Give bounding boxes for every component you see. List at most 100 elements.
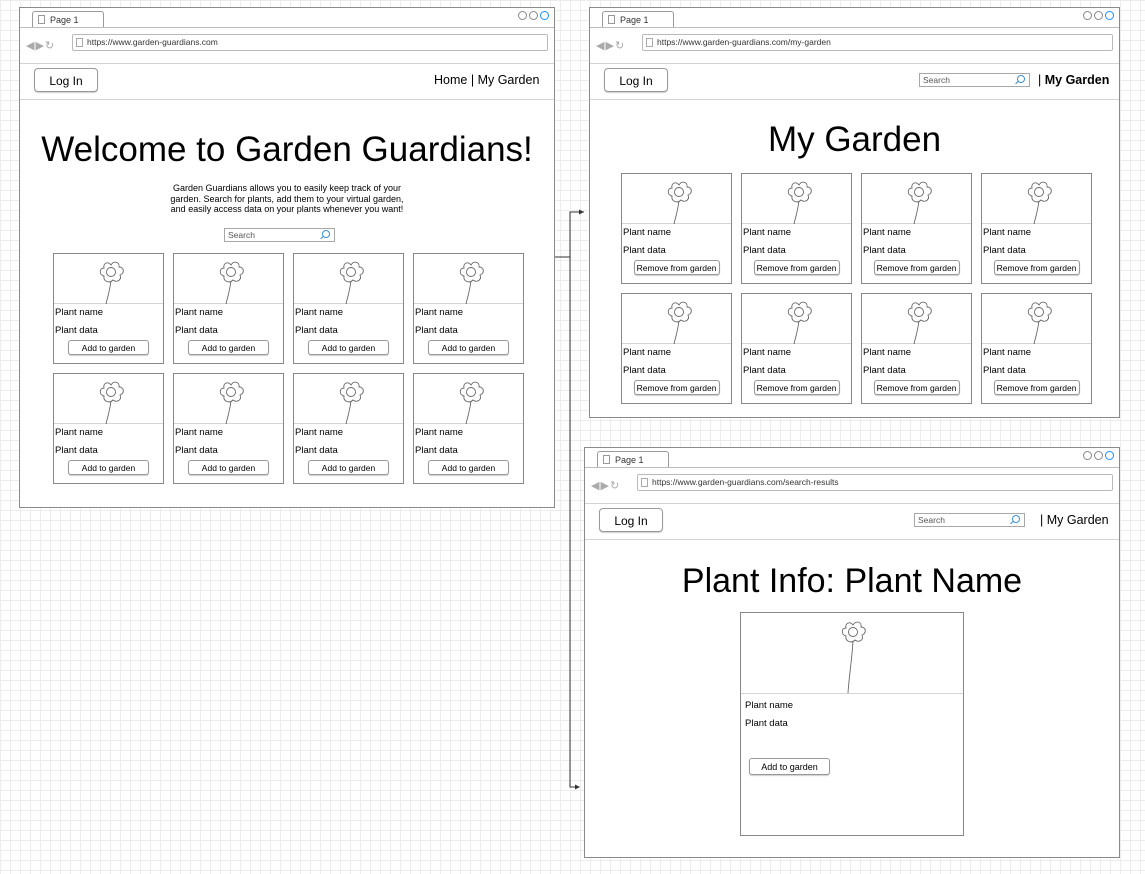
plant-data-label: Plant data [623,365,666,376]
page-icon [646,38,653,47]
search-input[interactable]: Search [919,73,1030,87]
nav-separator: | [1038,73,1042,87]
add-to-garden-button[interactable]: Add to garden [428,460,509,475]
plant-card: Plant name Plant data Remove from garden [981,293,1092,404]
add-to-garden-button[interactable]: Add to garden [308,340,389,355]
flower-icon [667,301,692,345]
window-circle-icon[interactable] [518,11,527,20]
remove-from-garden-button[interactable]: Remove from garden [993,380,1080,395]
add-to-garden-button[interactable]: Add to garden [68,460,149,475]
home-page-window: Page 1 ◀▶↻ https://www.garden-guardians.… [19,7,555,508]
url-text: https://www.garden-guardians.com/my-gard… [657,37,831,47]
plant-name-label: Plant name [295,427,344,438]
address-bar[interactable]: https://www.garden-guardians.com/my-gard… [642,34,1113,51]
flower-icon [907,301,932,345]
plant-card: Plant name Plant data Remove from garden [861,293,972,404]
add-to-garden-button[interactable]: Add to garden [68,340,149,355]
login-button[interactable]: Log In [599,508,663,532]
window-circle-icon[interactable] [1105,451,1114,460]
remove-from-garden-button[interactable]: Remove from garden [633,380,720,395]
forward-arrow-icon[interactable]: ▶ [600,480,609,492]
window-circle-icon[interactable] [1083,11,1092,20]
plant-data-label: Plant data [623,245,666,256]
browser-tab[interactable]: Page 1 [597,451,669,468]
search-placeholder: Search [918,515,945,525]
search-placeholder: Search [228,230,255,240]
search-icon[interactable] [1017,75,1025,83]
plant-card: Plant name Plant data Remove from garden [861,173,972,284]
plant-image [982,174,1091,225]
window-controls [1083,11,1114,20]
forward-arrow-icon[interactable]: ▶ [35,40,44,52]
plant-name-label: Plant name [863,227,912,238]
plant-name-label: Plant name [55,427,104,438]
remove-from-garden-button[interactable]: Remove from garden [753,260,840,275]
plant-card: Plant name Plant data Add to garden [413,253,524,364]
search-input[interactable]: Search [224,228,335,242]
flower-icon [219,381,244,425]
plant-data-label: Plant data [863,245,906,256]
window-circle-icon[interactable] [1094,451,1103,460]
add-to-garden-button[interactable]: Add to garden [188,340,269,355]
plant-data-label: Plant data [295,325,338,336]
nav-home-link[interactable]: Home [434,73,467,87]
remove-from-garden-button[interactable]: Remove from garden [633,260,720,275]
plant-image [862,174,971,225]
plant-image [742,294,851,345]
window-circle-icon[interactable] [540,11,549,20]
reload-icon[interactable]: ↻ [610,480,620,492]
add-to-garden-button[interactable]: Add to garden [188,460,269,475]
url-text: https://www.garden-guardians.com [87,37,218,47]
reload-icon[interactable]: ↻ [615,40,625,52]
address-bar[interactable]: https://www.garden-guardians.com [72,34,548,51]
add-to-garden-button[interactable]: Add to garden [749,758,830,775]
nav-my-garden-link[interactable]: My Garden [1045,73,1110,87]
add-to-garden-button[interactable]: Add to garden [308,460,389,475]
browser-tab[interactable]: Page 1 [602,11,674,28]
search-icon[interactable] [322,230,330,238]
plant-image [982,294,1091,345]
plant-image [174,254,283,305]
page-title: Plant Info: Plant Name [681,562,1023,600]
search-input[interactable]: Search [914,513,1025,527]
address-bar[interactable]: https://www.garden-guardians.com/search-… [637,474,1113,491]
nav-my-garden-link[interactable]: My Garden [478,73,540,87]
plant-image [414,374,523,425]
plant-data-label: Plant data [745,718,788,729]
flower-icon [1027,301,1052,345]
flower-icon [339,261,364,305]
reload-icon[interactable]: ↻ [45,40,55,52]
page-icon [76,38,83,47]
flower-icon [99,381,124,425]
page-title: My Garden [767,120,942,159]
flower-icon [1027,181,1052,225]
login-button[interactable]: Log In [604,68,668,92]
forward-arrow-icon[interactable]: ▶ [605,40,614,52]
window-circle-icon[interactable] [1083,451,1092,460]
remove-from-garden-button[interactable]: Remove from garden [873,260,960,275]
plant-data-label: Plant data [415,325,458,336]
search-placeholder: Search [923,75,950,85]
flower-icon [667,181,692,225]
login-button[interactable]: Log In [34,68,98,92]
window-circle-icon[interactable] [1094,11,1103,20]
nav-separator: | [1040,513,1044,527]
nav-my-garden-link[interactable]: My Garden [1047,513,1109,527]
flower-icon [99,261,124,305]
site-header: Log In Search | My Garden [590,63,1119,100]
plant-data-label: Plant data [55,445,98,456]
search-icon[interactable] [1012,515,1020,523]
browser-tab[interactable]: Page 1 [32,11,104,28]
plant-name-label: Plant name [623,227,672,238]
remove-from-garden-button[interactable]: Remove from garden [993,260,1080,275]
flower-icon [841,621,866,694]
plant-data-label: Plant data [863,365,906,376]
remove-from-garden-button[interactable]: Remove from garden [753,380,840,395]
window-circle-icon[interactable] [1105,11,1114,20]
plant-data-label: Plant data [415,445,458,456]
remove-from-garden-button[interactable]: Remove from garden [873,380,960,395]
window-circle-icon[interactable] [529,11,538,20]
add-to-garden-button[interactable]: Add to garden [428,340,509,355]
browser-nav-buttons: ◀▶↻ [591,479,620,492]
plant-name-label: Plant name [983,347,1032,358]
